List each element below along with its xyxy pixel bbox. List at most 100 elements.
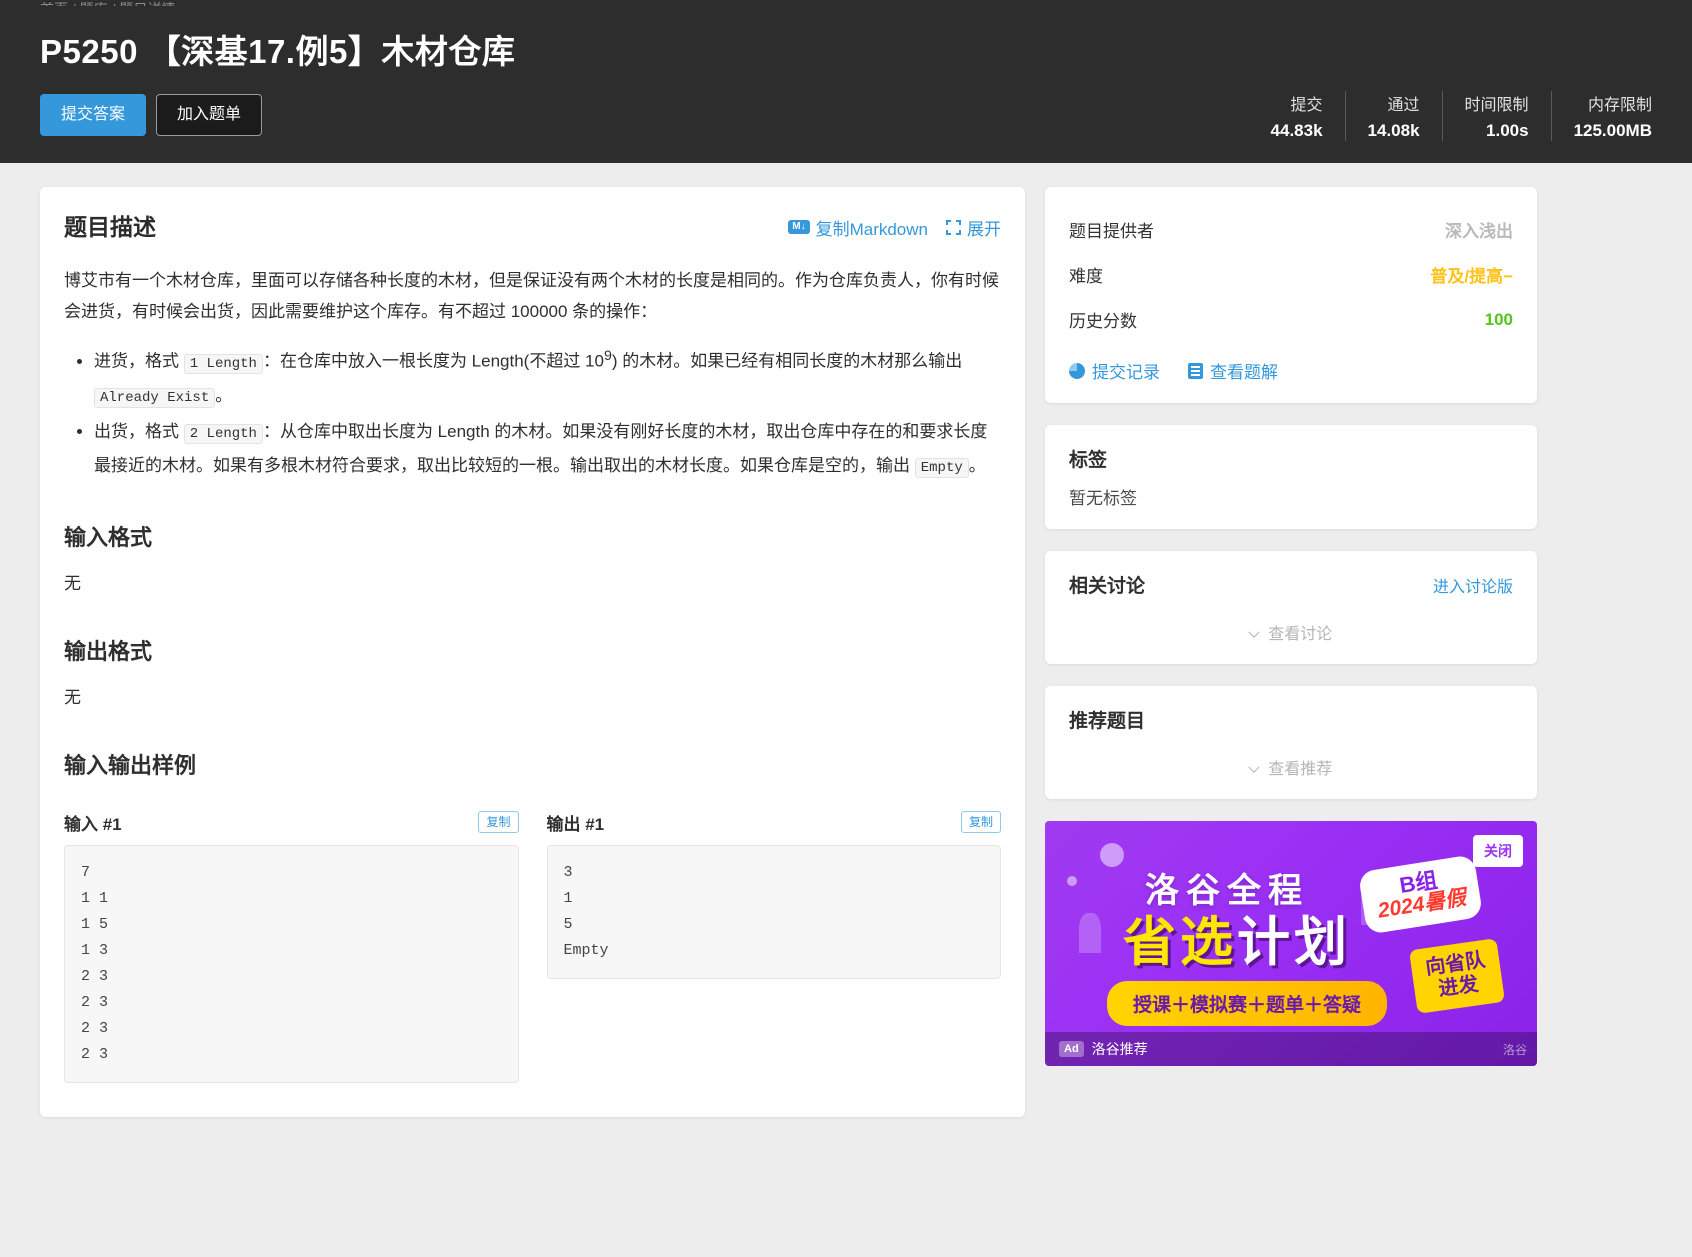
output-format-title: 输出格式 (64, 638, 153, 664)
recommend-header: 推荐题目 (1069, 706, 1513, 733)
ad-corner-text: 洛谷 (1502, 1043, 1527, 1057)
info-value-provider[interactable]: 深入浅出 (1445, 217, 1513, 242)
discussion-card: 相关讨论 进入讨论版 查看讨论 (1045, 551, 1537, 664)
sample-output-title: 输出 #1 (546, 814, 605, 834)
op1-part2: ：在仓库中放入一根长度为 Length(不超过 10 (262, 351, 604, 371)
problem-stats: 提交 44.83k 通过 14.08k 时间限制 1.00s 内存限制 125.… (1249, 91, 1652, 141)
info-key: 历史分数 (1069, 312, 1137, 331)
chevron-down-icon (1248, 761, 1260, 773)
output-format-body: 无 (64, 687, 81, 707)
tags-title: 标签 (1069, 445, 1513, 472)
info-row-difficulty: 难度 普及/提高− (1069, 252, 1513, 297)
tags-title-label: 标签 (1069, 450, 1108, 471)
advertisement-banner[interactable]: 关闭 洛谷全程 省选计划 B组 2024暑假 授课＋模拟赛＋题单＋答疑 向省队 … (1045, 821, 1537, 1066)
stat-label: 提交 (1290, 97, 1323, 114)
tags-empty-text: 暂无标签 (1069, 489, 1137, 508)
description-title: 题目描述 (64, 214, 156, 240)
list-item: 进货，格式 1 Length：在仓库中放入一根长度为 Length(不超过 10… (94, 341, 1001, 414)
enter-discussion-link[interactable]: 进入讨论版 (1433, 573, 1513, 597)
view-discussion-toggle[interactable]: 查看讨论 (1069, 610, 1513, 644)
submission-records-link[interactable]: 提交记录 (1069, 358, 1160, 383)
ad-badge: Ad (1059, 1041, 1084, 1057)
info-value-difficulty: 普及/提高− (1430, 267, 1513, 286)
stat-label: 通过 (1387, 97, 1420, 114)
ad-footer-text: 洛谷推荐 (1091, 1041, 1148, 1057)
view-recommend-label: 查看推荐 (1268, 761, 1333, 778)
expand-button[interactable]: 展开 (946, 215, 1001, 240)
stat-value: 44.83k (1270, 121, 1323, 140)
op2-part4: 。 (968, 455, 986, 475)
stat-accepted: 通过 14.08k (1346, 91, 1443, 141)
ad-subheadline: 省选计划 (1123, 909, 1351, 977)
sample-input-header: 输入 #1 复制 (64, 810, 519, 835)
op1-code-format: 1 Length (183, 353, 263, 374)
ad-headline: 洛谷全程 (1145, 863, 1309, 912)
add-to-list-button[interactable]: 加入题单 (156, 94, 263, 136)
breadcrumb[interactable]: 首页 / 题库 / 题目详情 (40, 0, 1652, 6)
sample-output-header: 输出 #1 复制 (546, 810, 1001, 835)
stat-time-limit: 时间限制 1.00s (1443, 91, 1552, 141)
ad-side-tag: 向省队 进发 (1408, 938, 1506, 1014)
view-solutions-label: 查看题解 (1210, 363, 1278, 382)
recommend-title: 推荐题目 (1069, 711, 1146, 732)
ad-footer: Ad 洛谷推荐 (1045, 1032, 1537, 1066)
op1-code-output: Already Exist (94, 387, 216, 408)
copy-markdown-label: 复制Markdown (815, 219, 928, 239)
sample-output-1: 输出 #1 复制 3 1 5 Empty (546, 810, 1001, 1083)
page-body: 题目描述 M↓ 复制Markdown 展开 博艾市有一个木材仓库，里面可以存储各… (0, 163, 1692, 1139)
info-row-provider: 题目提供者 深入浅出 (1069, 207, 1513, 252)
copy-input-button[interactable]: 复制 (478, 810, 519, 834)
copy-markdown-button[interactable]: M↓ 复制Markdown (788, 215, 928, 240)
copy-output-button[interactable]: 复制 (960, 810, 1001, 834)
info-value-score: 100 (1484, 309, 1513, 329)
arrow-decor-icon (1079, 913, 1101, 953)
samples-title: 输入输出样例 (64, 752, 197, 778)
info-row-score: 历史分数 100 (1069, 297, 1513, 342)
page-header: 首页 / 题库 / 题目详情 P5250 【深基17.例5】木材仓库 提交答案 … (0, 0, 1692, 163)
sample-input-code: 7 1 1 1 5 1 3 2 3 2 3 2 3 2 3 (64, 844, 519, 1083)
chevron-down-icon (1248, 626, 1260, 638)
info-key: 难度 (1069, 267, 1103, 286)
op1-part1: 进货，格式 (94, 351, 179, 371)
op1-part4: 。 (215, 385, 233, 405)
stat-value: 125.00MB (1573, 121, 1652, 140)
sparkle-icon (1100, 843, 1124, 867)
stat-value: 1.00s (1486, 121, 1529, 140)
op1-exponent: 9 (603, 348, 612, 364)
sample-input-title: 输入 #1 (64, 814, 122, 834)
view-solutions-link[interactable]: 查看题解 (1188, 358, 1278, 383)
input-format-body: 无 (64, 573, 81, 593)
submission-records-label: 提交记录 (1092, 363, 1160, 382)
ad-feature-strip: 授课＋模拟赛＋题单＋答疑 (1107, 981, 1388, 1026)
stat-value: 14.08k (1367, 121, 1420, 140)
list-item: 出货，格式 2 Length：从仓库中取出长度为 Length 的木材。如果没有… (94, 416, 1001, 484)
discussion-title: 相关讨论 (1069, 576, 1146, 597)
book-icon (1188, 362, 1203, 379)
markdown-icon: M↓ (788, 220, 810, 234)
stat-label: 时间限制 (1464, 97, 1529, 114)
ad-bubble: B组 2024暑假 (1358, 854, 1484, 935)
submit-answer-button[interactable]: 提交答案 (40, 94, 147, 136)
sparkle-icon (1067, 876, 1077, 886)
ad-close-button[interactable]: 关闭 (1473, 835, 1523, 867)
stat-memory-limit: 内存限制 125.00MB (1552, 91, 1652, 141)
ad-subheadline-white: 计划 (1237, 913, 1351, 972)
operation-list: 进货，格式 1 Length：在仓库中放入一根长度为 Length(不超过 10… (64, 341, 1001, 484)
stat-submissions: 提交 44.83k (1249, 91, 1346, 141)
sidebar: 题目提供者 深入浅出 难度 普及/提高− 历史分数 100 提交记录 查看题解 (1045, 187, 1537, 1066)
view-recommend-toggle[interactable]: 查看推荐 (1069, 745, 1513, 779)
info-key: 题目提供者 (1069, 222, 1154, 241)
tags-card: 标签 暂无标签 (1045, 425, 1537, 529)
ad-subheadline-yellow: 省选 (1123, 913, 1237, 972)
description-tools: M↓ 复制Markdown 展开 (788, 215, 1001, 240)
problem-intro: 博艾市有一个木材仓库，里面可以存储各种长度的木材，但是保证没有两个木材的长度是相… (64, 271, 999, 321)
main-column: 题目描述 M↓ 复制Markdown 展开 博艾市有一个木材仓库，里面可以存储各… (40, 187, 1025, 1139)
op2-code-format: 2 Length (183, 423, 263, 444)
problem-info-card: 题目提供者 深入浅出 难度 普及/提高− 历史分数 100 提交记录 查看题解 (1045, 187, 1537, 403)
expand-label: 展开 (967, 219, 1001, 239)
sample-input-1: 输入 #1 复制 7 1 1 1 5 1 3 2 3 2 3 2 3 2 3 (64, 810, 519, 1083)
expand-icon (946, 219, 961, 235)
stat-label: 内存限制 (1587, 97, 1652, 114)
sample-output-code: 3 1 5 Empty (546, 844, 1001, 979)
pie-chart-icon (1069, 362, 1085, 379)
